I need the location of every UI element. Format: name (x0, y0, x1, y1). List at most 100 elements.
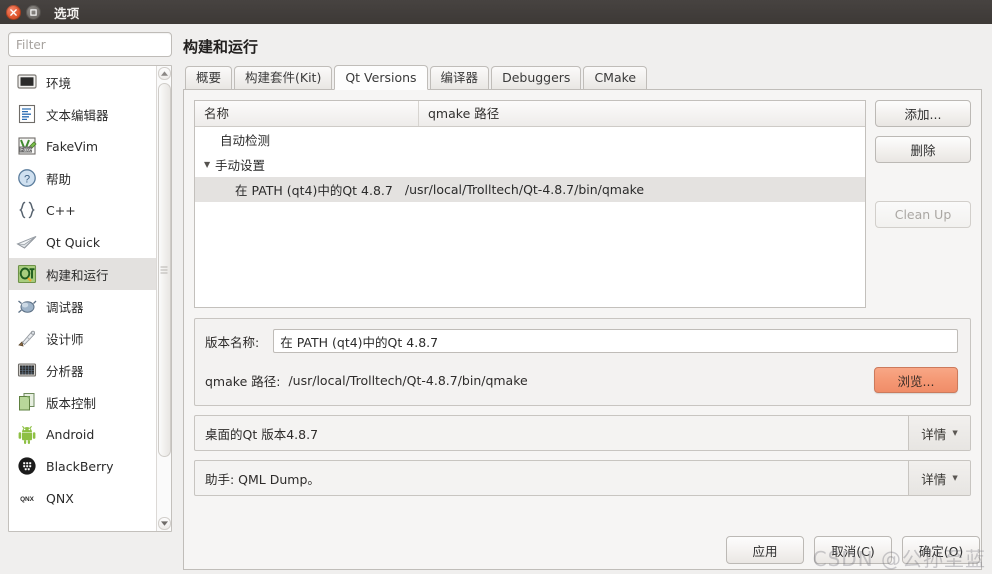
sidebar-item-help[interactable]: ? 帮助 (9, 162, 156, 194)
qt-versions-row: 名称 qmake 路径 自动检测 ▼ 手动设置 在 PATH (qt4)中的Qt… (194, 100, 971, 308)
chevron-down-icon: ▼ (952, 473, 958, 482)
sidebar-item-analyzer[interactable]: 分析器 (9, 354, 156, 386)
analyzer-grid-icon (16, 359, 38, 381)
svg-text:Fake: Fake (20, 147, 32, 153)
braces-icon (16, 199, 38, 221)
sidebar-item-label: Qt Quick (46, 234, 101, 250)
table-row[interactable]: ▼ 手动设置 (195, 152, 865, 177)
tree-node-label: 手动设置 (215, 158, 266, 173)
details-button[interactable]: 详情 ▼ (908, 416, 970, 450)
tab-overview[interactable]: 概要 (185, 66, 233, 89)
sidebar-item-environment[interactable]: 环境 (9, 66, 156, 98)
tab-kits[interactable]: 构建套件(Kit) (234, 66, 333, 89)
paper-plane-icon (16, 231, 38, 253)
qt-versions-tree[interactable]: 名称 qmake 路径 自动检测 ▼ 手动设置 在 PATH (qt4)中的Qt… (194, 100, 866, 308)
svg-text:QNX: QNX (20, 496, 35, 503)
sidebar-item-version-control[interactable]: 版本控制 (9, 386, 156, 418)
tab-qt-versions[interactable]: Qt Versions (334, 65, 428, 90)
sidebar-item-qnx[interactable]: QNX QNX (9, 482, 156, 514)
sidebar: 环境 文本编辑器 Fake FakeVim ? (0, 24, 178, 574)
sidebar-item-qt-quick[interactable]: Qt Quick (9, 226, 156, 258)
tab-bar: 概要 构建套件(Kit) Qt Versions 编译器 Debuggers C… (183, 65, 982, 90)
qmake-path-label: qmake 路径: (205, 373, 281, 389)
table-row[interactable]: 在 PATH (qt4)中的Qt 4.8.7 /usr/local/Trollt… (195, 177, 865, 202)
tree-node-label: 自动检测 (220, 133, 271, 148)
maximize-icon[interactable] (26, 4, 41, 20)
details-button[interactable]: 详情 ▼ (908, 461, 970, 495)
sidebar-item-blackberry[interactable]: BlackBerry (9, 450, 156, 482)
version-name-row: 版本名称: (205, 329, 958, 353)
blackberry-icon (16, 455, 38, 477)
version-name-label: 版本名称: (205, 334, 260, 350)
svg-text:?: ? (24, 173, 30, 185)
scrollbar-track[interactable] (157, 81, 171, 516)
window-title: 选项 (54, 5, 80, 21)
sidebar-item-fakevim[interactable]: Fake FakeVim (9, 130, 156, 162)
details-label: 详情 (921, 426, 947, 442)
android-icon (16, 423, 38, 445)
sidebar-item-designer[interactable]: 设计师 (9, 322, 156, 354)
chevron-down-icon: ▼ (952, 428, 958, 437)
add-button[interactable]: 添加... (875, 100, 971, 127)
sidebar-item-build-and-run[interactable]: 构建和运行 (9, 258, 156, 290)
browse-button[interactable]: 浏览... (874, 367, 958, 393)
sidebar-item-label: QNX (46, 490, 74, 506)
main-content: 构建和运行 概要 构建套件(Kit) Qt Versions 编译器 Debug… (178, 24, 992, 574)
version-control-icon (16, 391, 38, 413)
tree-expander-icon[interactable]: ▼ (204, 160, 215, 169)
sidebar-item-android[interactable]: Android (9, 418, 156, 450)
table-row[interactable]: 自动检测 (195, 127, 865, 152)
text-editor-icon (16, 103, 38, 125)
version-name-input[interactable] (273, 329, 958, 353)
tree-action-buttons: 添加... 删除 Clean Up (875, 100, 971, 308)
scrollbar-thumb[interactable] (157, 83, 171, 458)
bug-icon (16, 295, 38, 317)
sidebar-item-label: FakeVim (46, 138, 99, 154)
category-list-container: 环境 文本编辑器 Fake FakeVim ? 帮助 C++ Qt Quick … (8, 65, 172, 532)
column-header-qmake-path[interactable]: qmake 路径 (419, 101, 865, 126)
sidebar-item-text-editor[interactable]: 文本编辑器 (9, 98, 156, 130)
filter-input[interactable] (8, 32, 172, 57)
category-list: 环境 文本编辑器 Fake FakeVim ? 帮助 C++ Qt Quick … (9, 66, 156, 531)
sidebar-scrollbar[interactable] (156, 66, 171, 531)
sidebar-item-label: 构建和运行 (46, 267, 109, 283)
clean-up-button: Clean Up (875, 201, 971, 228)
sidebar-item-label: 帮助 (46, 171, 72, 187)
tree-header: 名称 qmake 路径 (195, 101, 865, 127)
sidebar-item-cpp[interactable]: C++ (9, 194, 156, 226)
sidebar-item-label: C++ (46, 202, 76, 218)
monitor-icon (16, 71, 38, 93)
qt-version-qmake-path: /usr/local/Trolltech/Qt-4.8.7/bin/qmake (404, 182, 645, 197)
column-header-name[interactable]: 名称 (195, 101, 419, 126)
details-label: 详情 (921, 471, 947, 487)
tab-panel-qt-versions: 名称 qmake 路径 自动检测 ▼ 手动设置 在 PATH (qt4)中的Qt… (183, 90, 982, 570)
close-icon[interactable] (6, 4, 21, 20)
sidebar-item-label: 版本控制 (46, 395, 97, 411)
tab-cmake[interactable]: CMake (583, 66, 648, 89)
qt-version-name: 在 PATH (qt4)中的Qt 4.8.7 (235, 183, 393, 198)
info-text: 助手: QML Dump。 (205, 471, 320, 487)
qt-version-details: 版本名称: qmake 路径: /usr/local/Trolltech/Qt-… (194, 318, 971, 406)
ok-button[interactable]: 确定(O) (902, 536, 980, 564)
sidebar-item-label: 设计师 (46, 331, 84, 347)
apply-button[interactable]: 应用 (726, 536, 804, 564)
info-text: 桌面的Qt 版本4.8.7 (205, 426, 319, 442)
tab-debuggers[interactable]: Debuggers (491, 66, 582, 89)
fakevim-icon: Fake (16, 135, 38, 157)
sidebar-item-debugger[interactable]: 调试器 (9, 290, 156, 322)
info-row-desktop-version: 桌面的Qt 版本4.8.7 详情 ▼ (194, 415, 971, 451)
cancel-button[interactable]: 取消(C) (814, 536, 892, 564)
tab-compilers[interactable]: 编译器 (429, 66, 490, 89)
sidebar-item-label: 分析器 (46, 363, 84, 379)
sidebar-item-label: 调试器 (46, 299, 84, 315)
scroll-up-icon[interactable] (157, 67, 171, 80)
sidebar-item-label: Android (46, 426, 95, 442)
info-row-qml-dump: 助手: QML Dump。 详情 ▼ (194, 460, 971, 496)
scrollbar-grip-icon (160, 265, 168, 276)
dialog-footer: 应用 取消(C) 确定(O) (0, 526, 992, 574)
qnx-icon: QNX (16, 487, 38, 509)
remove-button[interactable]: 删除 (875, 136, 971, 163)
qmake-path-value: /usr/local/Trolltech/Qt-4.8.7/bin/qmake (288, 372, 528, 388)
qmake-path-row: qmake 路径: /usr/local/Trolltech/Qt-4.8.7/… (205, 367, 958, 393)
window-title-bar: 选项 (0, 0, 992, 24)
